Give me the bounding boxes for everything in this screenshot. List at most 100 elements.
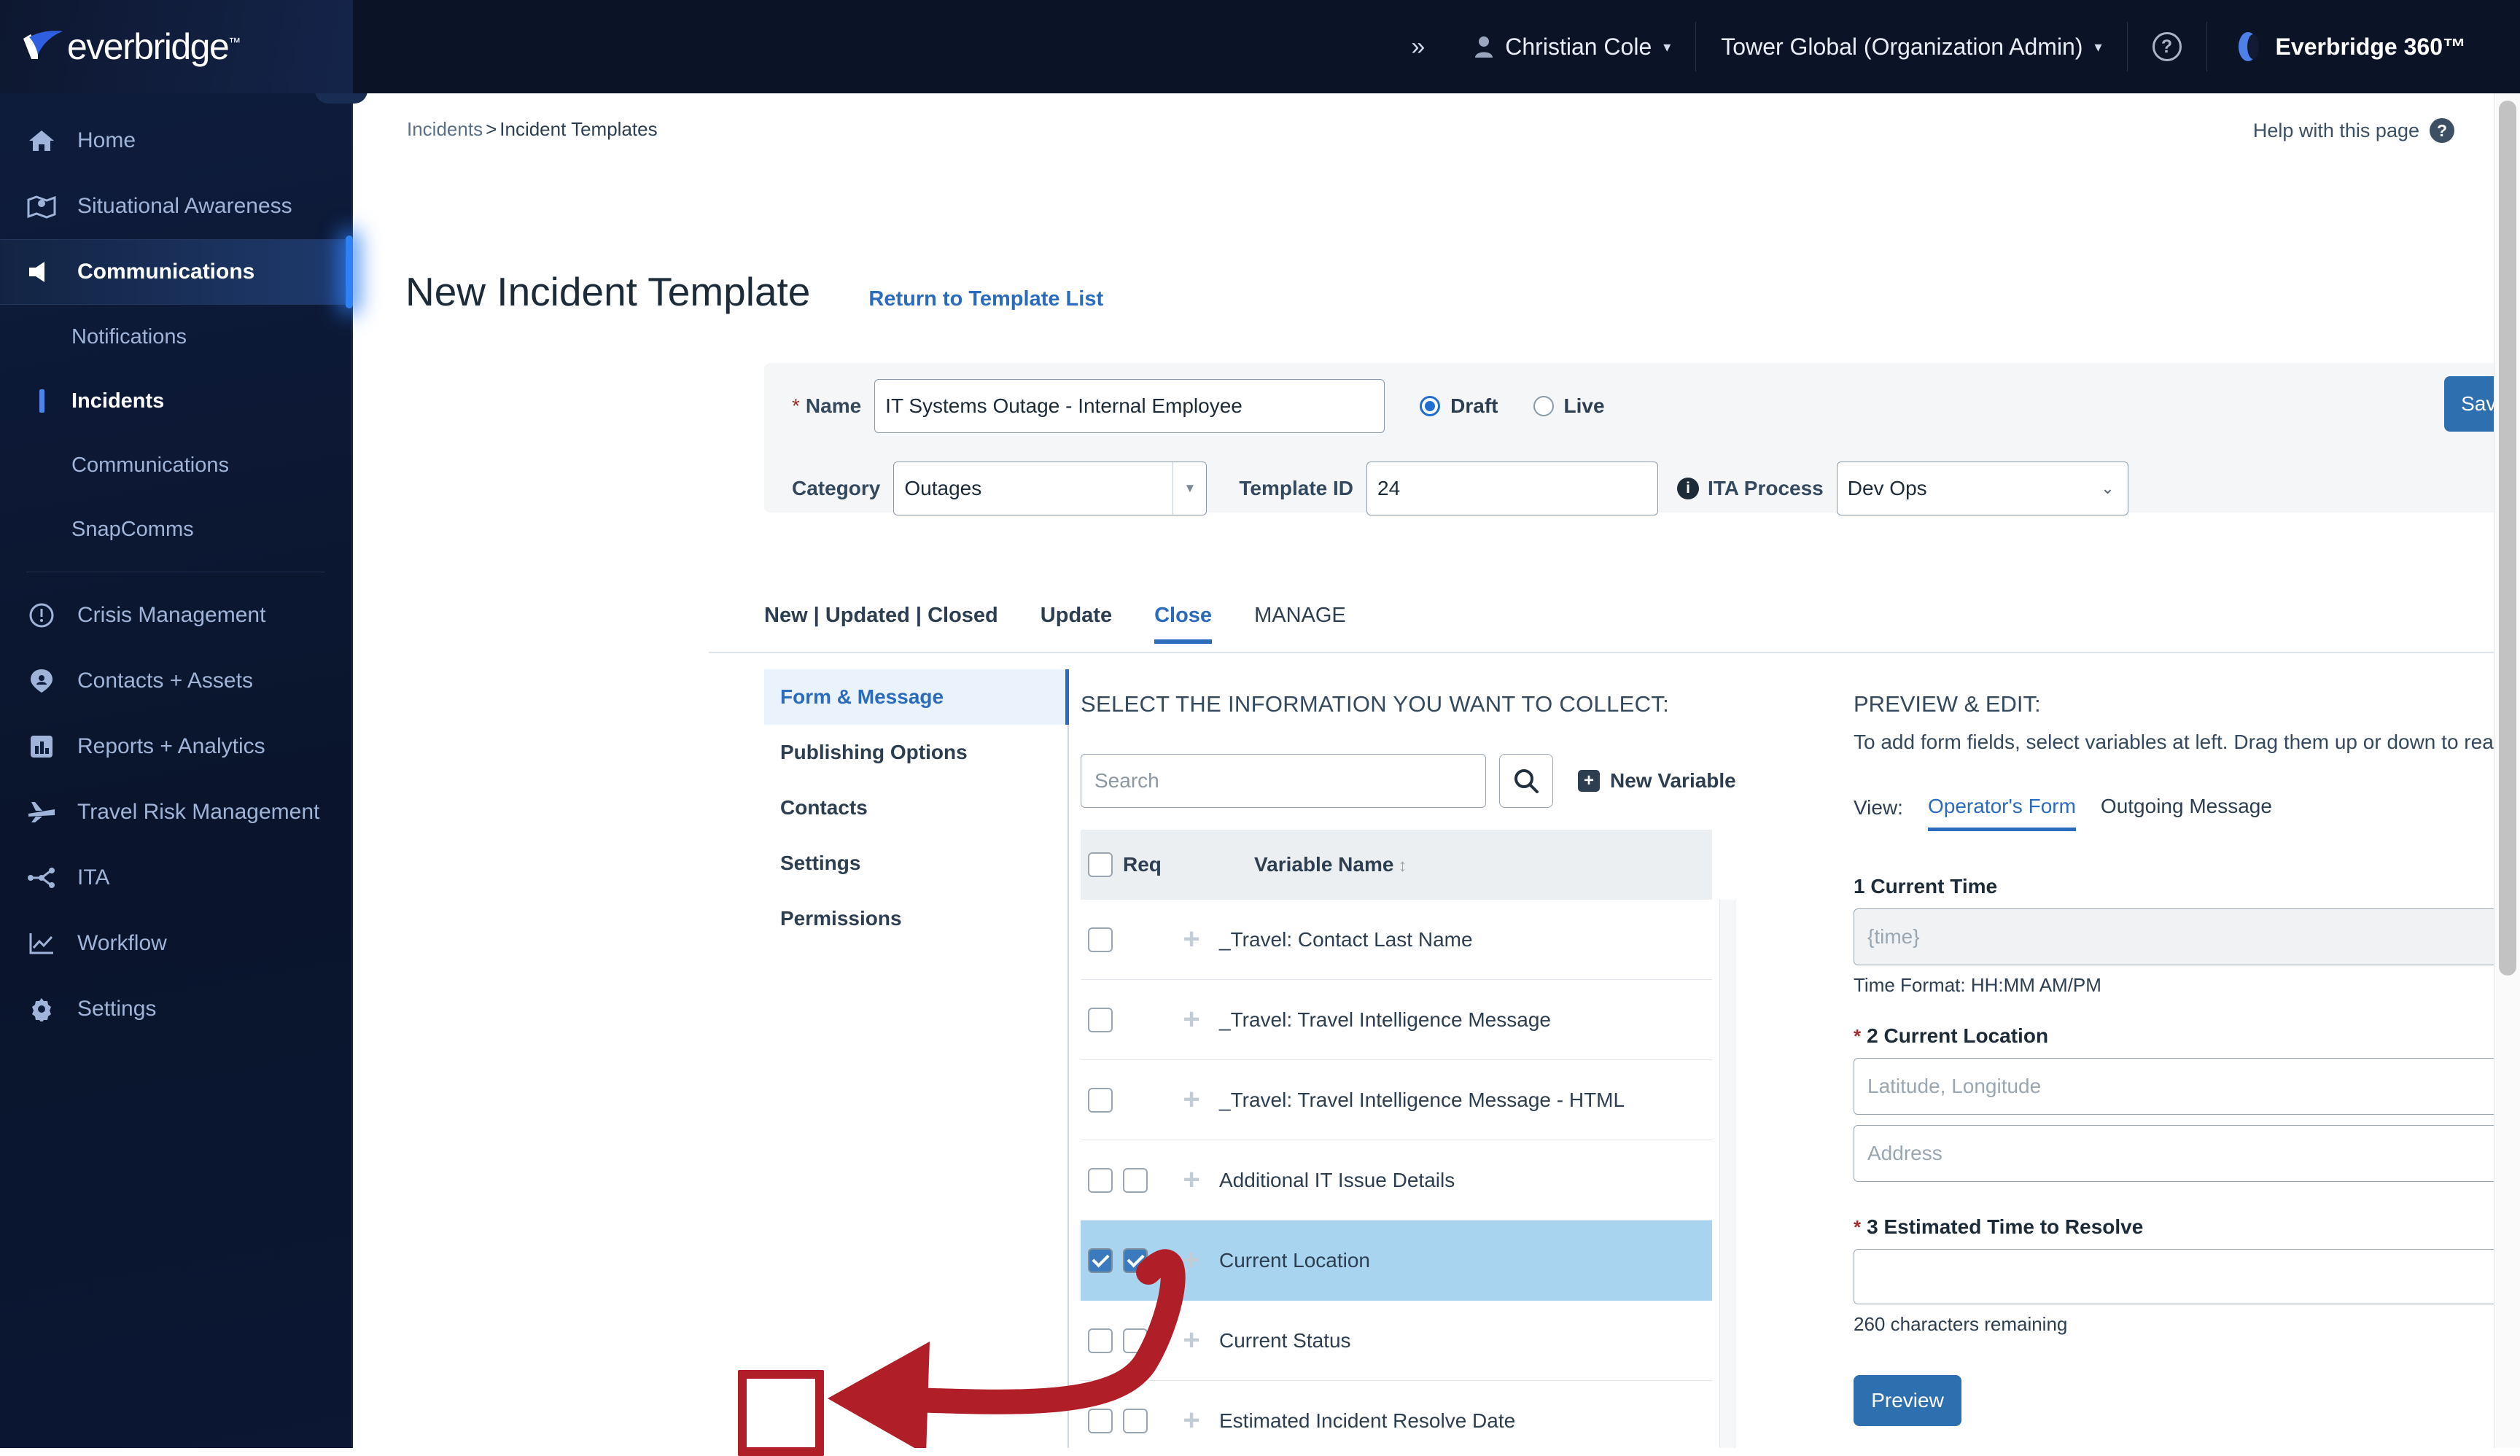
ita-process-select[interactable]: Dev Ops ⌄	[1836, 462, 2128, 515]
status-radio-draft[interactable]: Draft	[1420, 394, 1498, 418]
tab-manage[interactable]: MANAGE	[1254, 604, 1346, 644]
page-scrollbar-thumb[interactable]	[2499, 101, 2516, 976]
subnav-item-permissions[interactable]: Permissions	[764, 891, 1068, 946]
tab-update[interactable]: Update	[1041, 604, 1112, 644]
drag-handle-icon[interactable]: +	[1164, 1003, 1219, 1036]
tab-close[interactable]: Close	[1154, 604, 1212, 644]
drag-handle-icon[interactable]: +	[1164, 1244, 1219, 1277]
return-to-template-list-link[interactable]: Return to Template List	[868, 287, 1103, 311]
variables-table-scrollbar[interactable]	[1719, 900, 1735, 1448]
help-button[interactable]: ?	[2126, 22, 2206, 71]
subnav-item-form-and-message[interactable]: Form & Message	[764, 669, 1069, 725]
drag-handle-icon[interactable]: +	[1164, 1164, 1219, 1196]
everbridge-logo[interactable]: everbridge™	[0, 0, 353, 93]
row-req-checkbox[interactable]	[1123, 1328, 1148, 1353]
info-icon[interactable]: i	[1677, 478, 1699, 499]
logo-wordmark: everbridge™	[67, 26, 241, 67]
address-input[interactable]: Address	[1854, 1125, 2520, 1182]
table-row[interactable]: + Current Status	[1081, 1301, 1712, 1381]
table-row[interactable]: + Estimated Incident Resolve Date	[1081, 1381, 1712, 1448]
search-button[interactable]	[1499, 754, 1553, 808]
sidebar-item-situational-awareness[interactable]: Situational Awareness	[0, 174, 351, 239]
latitude-longitude-input[interactable]: Latitude, Longitude	[1854, 1058, 2520, 1115]
row-req-cell[interactable]	[1123, 1167, 1164, 1193]
row-select-checkbox[interactable]	[1088, 1167, 1113, 1193]
row-req-checkbox[interactable]	[1123, 1408, 1148, 1433]
sidebar-item-label: ITA	[77, 865, 110, 889]
category-select[interactable]: Outages ▼	[893, 462, 1208, 515]
row-select-checkbox[interactable]	[1088, 1087, 1113, 1113]
preview-panel-title: PREVIEW & EDIT:	[1854, 691, 2041, 717]
select-all-checkbox-cell[interactable]	[1081, 852, 1123, 877]
subnav-item-publishing-options[interactable]: Publishing Options	[764, 725, 1068, 780]
page-scrollbar[interactable]	[2494, 93, 2520, 1448]
lat-long-placeholder: Latitude, Longitude	[1867, 1075, 2042, 1097]
row-req-cell[interactable]	[1123, 1408, 1164, 1433]
user-menu[interactable]: Christian Cole ▾	[1450, 22, 1695, 71]
sidebar-item-reports-analytics[interactable]: Reports + Analytics	[0, 714, 351, 779]
drag-handle-icon[interactable]: +	[1164, 923, 1219, 956]
tab-new-updated-closed[interactable]: New | Updated | Closed	[764, 604, 998, 644]
sidebar-item-home[interactable]: Home	[0, 108, 351, 174]
sidebar-item-communications[interactable]: Communications	[0, 235, 353, 308]
row-select-cell[interactable]	[1081, 927, 1123, 952]
estimated-time-to-resolve-input[interactable]	[1854, 1249, 2520, 1304]
table-row[interactable]: + Additional IT Issue Details	[1081, 1140, 1712, 1221]
sidebar-item-travel-risk-management[interactable]: Travel Risk Management	[0, 779, 351, 845]
drag-handle-icon[interactable]: +	[1164, 1083, 1219, 1116]
table-row[interactable]: + Current Location	[1081, 1221, 1712, 1301]
sidebar-item-settings[interactable]: Settings	[0, 976, 351, 1042]
row-req-checkbox[interactable]	[1123, 1247, 1148, 1273]
expand-chevrons-icon[interactable]: »	[1386, 34, 1450, 59]
select-all-checkbox[interactable]	[1088, 852, 1113, 877]
required-asterisk: *	[1854, 1216, 1862, 1238]
breadcrumb: Incidents > Incident Templates	[407, 118, 658, 141]
table-row[interactable]: + _Travel: Travel Intelligence Message	[1081, 980, 1712, 1060]
row-select-cell[interactable]	[1081, 1087, 1123, 1113]
status-radio-live[interactable]: Live	[1533, 394, 1605, 418]
row-select-cell[interactable]	[1081, 1328, 1123, 1353]
sidebar-item-notifications[interactable]: Notifications	[0, 305, 351, 369]
row-select-checkbox[interactable]	[1088, 1408, 1113, 1433]
new-variable-label: New Variable	[1610, 769, 1736, 792]
template-id-input[interactable]: 24	[1366, 462, 1658, 515]
row-select-checkbox[interactable]	[1088, 1328, 1113, 1353]
row-select-cell[interactable]	[1081, 1247, 1123, 1273]
subnav-item-settings[interactable]: Settings	[764, 836, 1068, 891]
sidebar-item-communications-sub[interactable]: Communications	[0, 433, 351, 497]
subnav-label: Settings	[780, 852, 861, 874]
sidebar-item-label: Crisis Management	[77, 603, 266, 627]
row-select-cell[interactable]	[1081, 1408, 1123, 1433]
row-req-cell[interactable]	[1123, 1328, 1164, 1353]
preview-button[interactable]: Preview	[1854, 1375, 1961, 1426]
sort-icon: ↕	[1398, 856, 1407, 876]
row-req-checkbox[interactable]	[1123, 1167, 1148, 1193]
organization-menu[interactable]: Tower Global (Organization Admin) ▾	[1695, 22, 2126, 71]
drag-handle-icon[interactable]: +	[1164, 1404, 1219, 1437]
template-name-input[interactable]: IT Systems Outage - Internal Employee	[874, 379, 1385, 433]
row-select-cell[interactable]	[1081, 1007, 1123, 1032]
row-select-checkbox[interactable]	[1088, 1247, 1113, 1273]
search-input[interactable]: Search	[1081, 754, 1486, 808]
new-variable-button[interactable]: + New Variable	[1578, 769, 1736, 793]
tab-outgoing-message[interactable]: Outgoing Message	[2101, 795, 2272, 831]
row-select-checkbox[interactable]	[1088, 1007, 1113, 1032]
table-row[interactable]: + _Travel: Contact Last Name	[1081, 900, 1712, 980]
table-row[interactable]: + _Travel: Travel Intelligence Message -…	[1081, 1060, 1712, 1140]
row-select-cell[interactable]	[1081, 1167, 1123, 1193]
drag-handle-icon[interactable]: +	[1164, 1324, 1219, 1357]
sidebar-item-workflow[interactable]: Workflow	[0, 911, 351, 976]
breadcrumb-root-link[interactable]: Incidents	[407, 118, 483, 140]
row-select-checkbox[interactable]	[1088, 927, 1113, 952]
tab-operators-form[interactable]: Operator's Form	[1927, 795, 2076, 831]
everbridge-360-toggle[interactable]: Everbridge 360™	[2206, 22, 2491, 71]
sidebar-item-ita[interactable]: ITA	[0, 845, 351, 911]
sidebar-item-crisis-management[interactable]: Crisis Management	[0, 583, 351, 648]
sidebar-item-contacts-assets[interactable]: Contacts + Assets	[0, 648, 351, 714]
subnav-item-contacts[interactable]: Contacts	[764, 780, 1068, 836]
variable-name-column-header[interactable]: Variable Name ↕	[1254, 853, 1712, 876]
sidebar-item-snapcomms[interactable]: SnapComms	[0, 497, 351, 561]
help-with-this-page-link[interactable]: Help with this page ?	[2253, 118, 2454, 143]
sidebar-item-incidents[interactable]: Incidents	[0, 369, 351, 433]
row-req-cell[interactable]	[1123, 1247, 1164, 1273]
